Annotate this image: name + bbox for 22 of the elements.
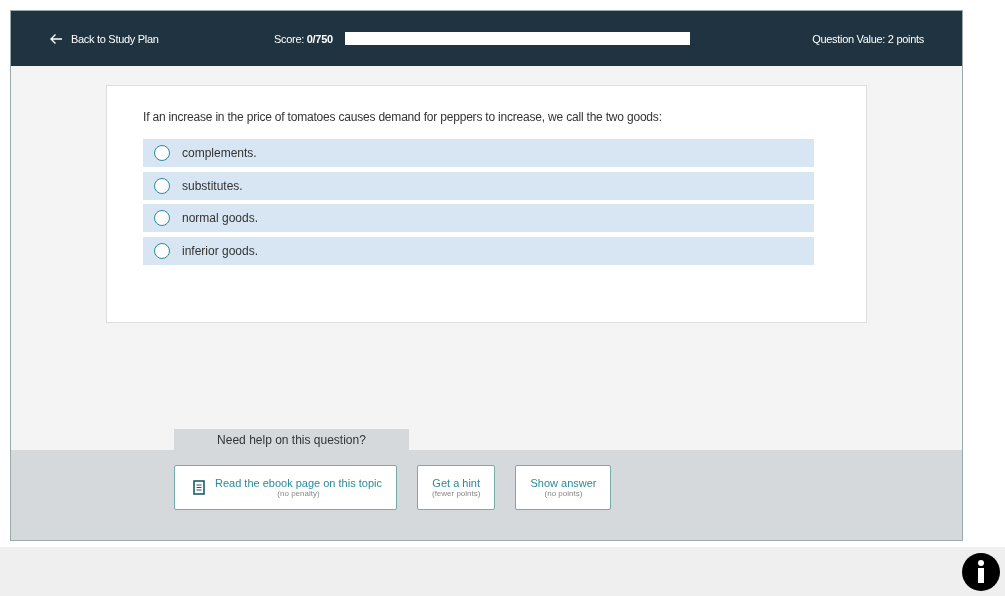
option-label: normal goods. [182, 211, 259, 225]
info-icon[interactable] [962, 552, 1000, 591]
option-label: complements. [182, 146, 257, 160]
back-link[interactable]: Back to Study Plan [49, 32, 274, 45]
question-value: Question Value: 2 points [812, 32, 924, 45]
help-button[interactable]: Show answer (no points) [515, 465, 612, 510]
radio-icon [154, 242, 170, 259]
help-button[interactable]: Read the ebook page on this topic (no penalty) [174, 465, 397, 510]
help-button[interactable]: Get a hint (fewer points) [416, 465, 496, 510]
option-label: substitutes. [182, 178, 243, 193]
answer-option[interactable]: inferior goods. [143, 236, 814, 265]
answer-option[interactable]: normal goods. [143, 204, 814, 232]
option-label: inferior goods. [182, 243, 259, 258]
radio-icon [154, 145, 170, 161]
radio-icon [154, 177, 170, 194]
document-icon [193, 480, 205, 495]
answer-option[interactable]: substitutes. [143, 171, 814, 200]
answer-option[interactable]: complements. [143, 139, 814, 167]
radio-icon [154, 210, 170, 226]
score-label: Score: 0/750 [274, 32, 333, 45]
arrow-left-icon [49, 32, 63, 45]
question-prompt: If an increase in the price of tomatoes causes demand for peppers to increase, we call the two goods: [143, 110, 663, 124]
